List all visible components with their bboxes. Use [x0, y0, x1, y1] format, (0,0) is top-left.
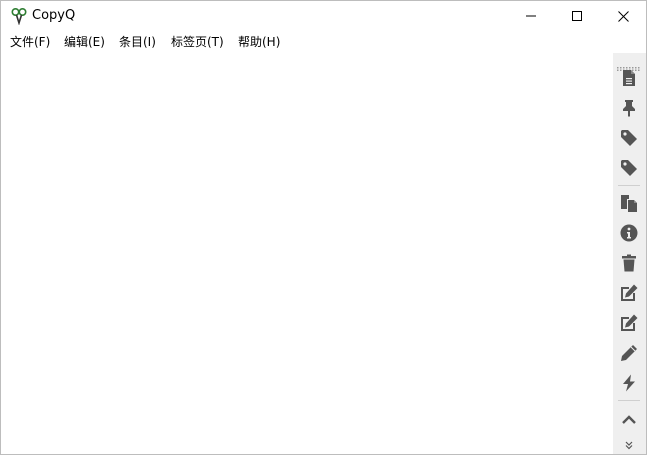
info-icon	[620, 224, 638, 242]
title-bar[interactable]: CopyQ	[1, 1, 646, 31]
action-button[interactable]	[617, 371, 641, 395]
edit-button[interactable]	[617, 281, 641, 305]
close-button[interactable]	[600, 1, 646, 31]
tag-icon	[620, 129, 638, 147]
copyq-app-icon	[10, 7, 28, 26]
maximize-icon	[572, 11, 582, 21]
menu-help[interactable]: 帮助(H)	[238, 34, 280, 50]
tag-button-1[interactable]	[617, 126, 641, 150]
edit-notes-button[interactable]	[617, 341, 641, 365]
edit-external-button[interactable]	[617, 311, 641, 335]
minimize-icon	[526, 11, 536, 21]
toolbar-overflow-button[interactable]	[621, 437, 637, 451]
tag-icon	[620, 159, 638, 177]
chevron-up-icon	[621, 413, 637, 425]
menu-item-menu[interactable]: 条目(I)	[119, 34, 156, 50]
new-item-icon	[621, 69, 637, 87]
toolbar-separator	[618, 400, 640, 401]
minimize-button[interactable]	[508, 1, 554, 31]
menu-edit[interactable]: 编辑(E)	[64, 34, 105, 50]
item-toolbar	[613, 53, 646, 454]
new-item-button[interactable]	[617, 66, 641, 90]
move-up-button[interactable]	[617, 407, 641, 431]
menu-file[interactable]: 文件(F)	[10, 34, 50, 50]
toolbar-grip-icon[interactable]	[616, 56, 642, 71]
edit-icon	[619, 283, 639, 303]
chevron-double-down-icon	[624, 435, 634, 454]
delete-button[interactable]	[617, 251, 641, 275]
maximize-button[interactable]	[554, 1, 600, 31]
pin-icon	[621, 99, 637, 117]
toolbar-separator	[618, 185, 640, 186]
window-title: CopyQ	[32, 8, 76, 23]
action-icon	[621, 374, 637, 392]
close-icon	[617, 10, 629, 22]
menu-bar: 文件(F) 编辑(E) 条目(I) 标签页(T) 帮助(H)	[1, 31, 646, 53]
pencil-icon	[620, 344, 638, 362]
paste-icon	[619, 193, 639, 213]
edit-icon	[619, 313, 639, 333]
trash-icon	[621, 254, 637, 272]
info-button[interactable]	[617, 221, 641, 245]
menu-tabs[interactable]: 标签页(T)	[171, 34, 224, 50]
pin-button[interactable]	[617, 96, 641, 120]
copyq-window: CopyQ 文件(F) 编辑(E) 条目(I) 标签页(T) 帮助(H)	[0, 0, 647, 455]
clipboard-item-list[interactable]	[1, 53, 612, 454]
tag-button-2[interactable]	[617, 156, 641, 180]
paste-button[interactable]	[617, 191, 641, 215]
